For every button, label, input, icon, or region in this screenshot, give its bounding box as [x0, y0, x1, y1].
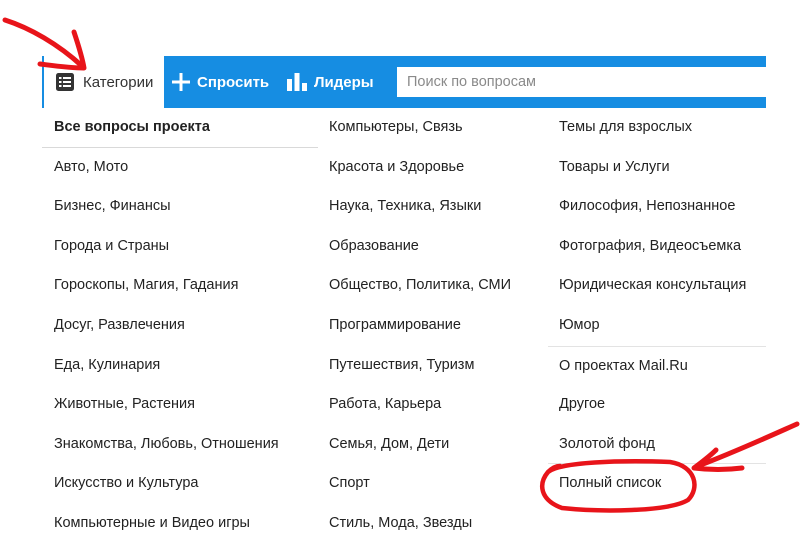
category-link[interactable]: Юмор [548, 306, 766, 346]
category-link[interactable]: Товары и Услуги [548, 148, 766, 188]
categories-tab[interactable]: Категории [42, 56, 164, 108]
category-link[interactable]: Другое [548, 385, 766, 425]
plus-icon [172, 73, 190, 91]
categories-tab-label: Категории [83, 73, 154, 91]
category-link[interactable]: Города и Страны [42, 227, 318, 267]
category-link[interactable]: Красота и Здоровье [318, 148, 548, 188]
category-link[interactable]: Авто, Мото [42, 148, 318, 188]
category-all-questions[interactable]: Все вопросы проекта [42, 108, 318, 148]
category-link[interactable]: Общество, Политика, СМИ [318, 266, 548, 306]
category-link[interactable]: Философия, Непознанное [548, 187, 766, 227]
bar-chart-icon [287, 73, 307, 91]
ask-button[interactable]: Спросить [172, 56, 269, 108]
category-link[interactable]: Фотография, Видеосъемка [548, 227, 766, 267]
category-link[interactable]: Путешествия, Туризм [318, 346, 548, 386]
category-link[interactable]: Спорт [318, 464, 548, 504]
category-link[interactable]: Семья, Дом, Дети [318, 425, 548, 465]
category-link[interactable]: Работа, Карьера [318, 385, 548, 425]
category-link[interactable]: Досуг, Развлечения [42, 306, 318, 346]
category-link[interactable]: Образование [318, 227, 548, 267]
ask-button-label: Спросить [197, 73, 270, 91]
page: Категории Спросить Лидеры Все вопросы пр… [0, 0, 800, 540]
golden-fund-link[interactable]: Золотой фонд [548, 425, 766, 465]
category-link[interactable]: Компьютеры, Связь [318, 108, 548, 148]
category-link[interactable]: Искусство и Культура [42, 464, 318, 504]
list-icon [56, 73, 74, 91]
category-link[interactable]: Гороскопы, Магия, Гадания [42, 266, 318, 306]
search-input[interactable] [397, 67, 766, 97]
category-column-2: Компьютеры, Связь Красота и Здоровье Нау… [318, 108, 548, 540]
category-column-3: Темы для взрослых Товары и Услуги Филосо… [548, 108, 766, 504]
category-link[interactable]: Наука, Техника, Языки [318, 187, 548, 227]
category-column-1: Все вопросы проекта Авто, Мото Бизнес, Ф… [42, 108, 318, 540]
category-link[interactable]: Юридическая консультация [548, 266, 766, 306]
full-list-link[interactable]: Полный список [548, 464, 766, 504]
leaders-button[interactable]: Лидеры [287, 56, 374, 108]
category-link[interactable]: Стиль, Мода, Звезды [318, 504, 548, 540]
category-link[interactable]: Программирование [318, 306, 548, 346]
category-link[interactable]: Компьютерные и Видео игры [42, 504, 318, 540]
top-navigation-bar: Категории Спросить Лидеры [42, 56, 766, 108]
category-link[interactable]: Еда, Кулинария [42, 346, 318, 386]
category-link[interactable]: Бизнес, Финансы [42, 187, 318, 227]
leaders-button-label: Лидеры [314, 73, 374, 91]
category-link[interactable]: Животные, Растения [42, 385, 318, 425]
mail-ru-projects-link[interactable]: О проектах Mail.Ru [548, 345, 766, 386]
category-link[interactable]: Темы для взрослых [548, 108, 766, 148]
category-link[interactable]: Знакомства, Любовь, Отношения [42, 425, 318, 465]
